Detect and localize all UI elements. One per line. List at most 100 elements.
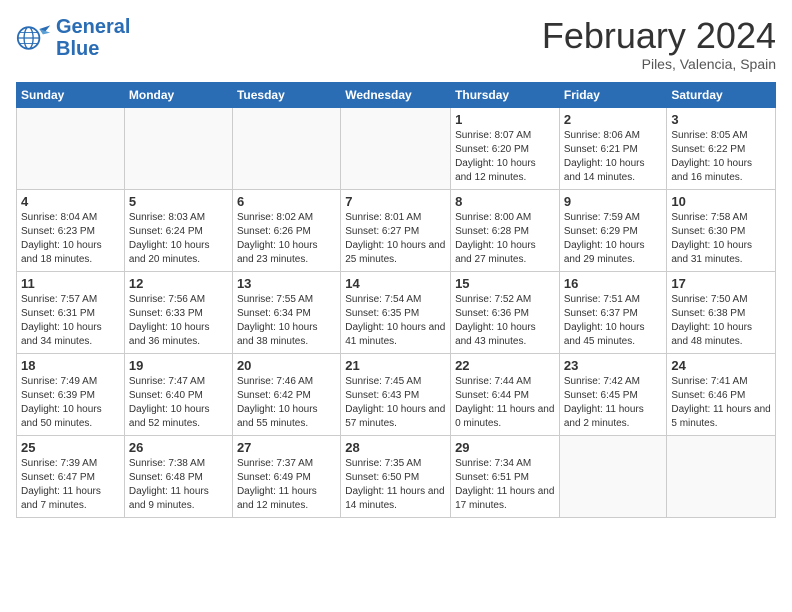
day-info: Sunrise: 8:05 AM Sunset: 6:22 PM Dayligh…	[671, 129, 771, 185]
calendar-cell: 9Sunrise: 7:59 AM Sunset: 6:29 PM Daylig…	[559, 189, 667, 271]
header-sunday: Sunday	[17, 82, 125, 107]
header-wednesday: Wednesday	[341, 82, 451, 107]
calendar-cell: 24 Sunrise: 7:41 AM Sunset: 6:46 PM Dayli…	[667, 353, 776, 435]
day-info: Sunrise: 8:04 AM Sunset: 6:23 PM Dayligh…	[21, 211, 120, 267]
calendar-cell: 18Sunrise: 7:49 AM Sunset: 6:39 PM Dayli…	[17, 353, 125, 435]
day-info: Sunrise: 7:41 AM Sunset: 6:46 PM Dayligh…	[671, 375, 771, 431]
day-info: Sunrise: 7:38 AM Sunset: 6:48 PM Dayligh…	[129, 457, 228, 513]
calendar-week-row: 18Sunrise: 7:49 AM Sunset: 6:39 PM Dayli…	[17, 353, 776, 435]
calendar-cell	[667, 435, 776, 517]
header-saturday: Saturday	[667, 82, 776, 107]
calendar-cell: 28Sunrise: 7:35 AM Sunset: 6:50 PM Dayli…	[341, 435, 451, 517]
header-monday: Monday	[124, 82, 232, 107]
calendar-cell: 16 Sunrise: 7:51 AM Sunset: 6:37 PM Dayli…	[559, 271, 667, 353]
calendar-cell	[559, 435, 667, 517]
calendar-cell: 23 Sunrise: 7:42 AM Sunset: 6:45 PM Dayli…	[559, 353, 667, 435]
day-number: 23	[564, 358, 663, 373]
day-number: 22	[455, 358, 555, 373]
calendar-cell: 3 Sunrise: 8:05 AM Sunset: 6:22 PM Daylig…	[667, 107, 776, 189]
calendar-cell: 6Sunrise: 8:02 AM Sunset: 6:26 PM Daylig…	[232, 189, 340, 271]
day-number: 6	[237, 194, 336, 209]
day-info: Sunrise: 7:44 AM Sunset: 6:44 PM Dayligh…	[455, 375, 555, 431]
logo-text: General Blue	[56, 16, 130, 60]
day-number: 10	[671, 194, 771, 209]
calendar-cell: 2 Sunrise: 8:06 AM Sunset: 6:21 PM Daylig…	[559, 107, 667, 189]
calendar-cell: 11 Sunrise: 7:57 AM Sunset: 6:31 PM Dayli…	[17, 271, 125, 353]
day-number: 17	[671, 276, 771, 291]
calendar-week-row: 4Sunrise: 8:04 AM Sunset: 6:23 PM Daylig…	[17, 189, 776, 271]
day-number: 3	[671, 112, 771, 127]
day-number: 26	[129, 440, 228, 455]
calendar-cell: 29Sunrise: 7:34 AM Sunset: 6:51 PM Dayli…	[451, 435, 560, 517]
calendar-cell	[124, 107, 232, 189]
calendar-cell: 14Sunrise: 7:54 AM Sunset: 6:35 PM Dayli…	[341, 271, 451, 353]
day-number: 1	[455, 112, 555, 127]
day-number: 5	[129, 194, 228, 209]
title-block: February 2024 Piles, Valencia, Spain	[542, 16, 776, 72]
day-number: 12	[129, 276, 228, 291]
day-number: 19	[129, 358, 228, 373]
day-number: 25	[21, 440, 120, 455]
day-number: 2	[564, 112, 663, 127]
calendar-cell: 15 Sunrise: 7:52 AM Sunset: 6:36 PM Dayli…	[451, 271, 560, 353]
calendar-cell: 19 Sunrise: 7:47 AM Sunset: 6:40 PM Dayli…	[124, 353, 232, 435]
day-number: 20	[237, 358, 336, 373]
day-number: 18	[21, 358, 120, 373]
calendar-cell: 5 Sunrise: 8:03 AM Sunset: 6:24 PM Daylig…	[124, 189, 232, 271]
calendar-cell: 1 Sunrise: 8:07 AM Sunset: 6:20 PM Daylig…	[451, 107, 560, 189]
logo-icon	[16, 20, 52, 56]
calendar-cell: 20 Sunrise: 7:46 AM Sunset: 6:42 PM Dayli…	[232, 353, 340, 435]
day-info: Sunrise: 7:56 AM Sunset: 6:33 PM Dayligh…	[129, 293, 228, 349]
header-thursday: Thursday	[451, 82, 560, 107]
day-number: 15	[455, 276, 555, 291]
day-number: 27	[237, 440, 336, 455]
day-info: Sunrise: 8:03 AM Sunset: 6:24 PM Dayligh…	[129, 211, 228, 267]
day-info: Sunrise: 7:39 AM Sunset: 6:47 PM Dayligh…	[21, 457, 120, 513]
day-info: Sunrise: 7:37 AM Sunset: 6:49 PM Dayligh…	[237, 457, 336, 513]
calendar-cell: 25 Sunrise: 7:39 AM Sunset: 6:47 PM Dayli…	[17, 435, 125, 517]
day-info: Sunrise: 8:06 AM Sunset: 6:21 PM Dayligh…	[564, 129, 663, 185]
calendar-table: SundayMondayTuesdayWednesdayThursdayFrid…	[16, 82, 776, 518]
day-number: 16	[564, 276, 663, 291]
day-info: Sunrise: 8:01 AM Sunset: 6:27 PM Dayligh…	[345, 211, 446, 267]
day-info: Sunrise: 8:07 AM Sunset: 6:20 PM Dayligh…	[455, 129, 555, 185]
day-info: Sunrise: 7:42 AM Sunset: 6:45 PM Dayligh…	[564, 375, 663, 431]
calendar-cell: 22 Sunrise: 7:44 AM Sunset: 6:44 PM Dayli…	[451, 353, 560, 435]
header-friday: Friday	[559, 82, 667, 107]
page: General Blue February 2024 Piles, Valenc…	[0, 0, 792, 612]
day-info: Sunrise: 7:51 AM Sunset: 6:37 PM Dayligh…	[564, 293, 663, 349]
subtitle: Piles, Valencia, Spain	[542, 56, 776, 72]
day-info: Sunrise: 8:00 AM Sunset: 6:28 PM Dayligh…	[455, 211, 555, 267]
calendar-cell: 13 Sunrise: 7:55 AM Sunset: 6:34 PM Dayli…	[232, 271, 340, 353]
day-number: 24	[671, 358, 771, 373]
day-info: Sunrise: 7:47 AM Sunset: 6:40 PM Dayligh…	[129, 375, 228, 431]
header-row: SundayMondayTuesdayWednesdayThursdayFrid…	[17, 82, 776, 107]
calendar-cell: 17 Sunrise: 7:50 AM Sunset: 6:38 PM Dayli…	[667, 271, 776, 353]
calendar-week-row: 25 Sunrise: 7:39 AM Sunset: 6:47 PM Dayli…	[17, 435, 776, 517]
day-number: 21	[345, 358, 446, 373]
day-number: 11	[21, 276, 120, 291]
calendar-cell	[17, 107, 125, 189]
calendar-week-row: 1 Sunrise: 8:07 AM Sunset: 6:20 PM Daylig…	[17, 107, 776, 189]
calendar-cell: 21Sunrise: 7:45 AM Sunset: 6:43 PM Dayli…	[341, 353, 451, 435]
logo: General Blue	[16, 16, 130, 60]
calendar-cell: 27 Sunrise: 7:37 AM Sunset: 6:49 PM Dayli…	[232, 435, 340, 517]
calendar-cell	[232, 107, 340, 189]
day-number: 14	[345, 276, 446, 291]
day-info: Sunrise: 7:57 AM Sunset: 6:31 PM Dayligh…	[21, 293, 120, 349]
day-info: Sunrise: 7:35 AM Sunset: 6:50 PM Dayligh…	[345, 457, 446, 513]
day-number: 13	[237, 276, 336, 291]
day-number: 8	[455, 194, 555, 209]
day-info: Sunrise: 7:55 AM Sunset: 6:34 PM Dayligh…	[237, 293, 336, 349]
day-info: Sunrise: 7:52 AM Sunset: 6:36 PM Dayligh…	[455, 293, 555, 349]
calendar-cell: 26 Sunrise: 7:38 AM Sunset: 6:48 PM Dayli…	[124, 435, 232, 517]
calendar-cell: 12 Sunrise: 7:56 AM Sunset: 6:33 PM Dayli…	[124, 271, 232, 353]
day-info: Sunrise: 7:50 AM Sunset: 6:38 PM Dayligh…	[671, 293, 771, 349]
calendar-week-row: 11 Sunrise: 7:57 AM Sunset: 6:31 PM Dayli…	[17, 271, 776, 353]
header: General Blue February 2024 Piles, Valenc…	[16, 16, 776, 72]
calendar-cell	[341, 107, 451, 189]
day-info: Sunrise: 7:59 AM Sunset: 6:29 PM Dayligh…	[564, 211, 663, 267]
day-info: Sunrise: 7:46 AM Sunset: 6:42 PM Dayligh…	[237, 375, 336, 431]
day-number: 29	[455, 440, 555, 455]
calendar-cell: 10Sunrise: 7:58 AM Sunset: 6:30 PM Dayli…	[667, 189, 776, 271]
